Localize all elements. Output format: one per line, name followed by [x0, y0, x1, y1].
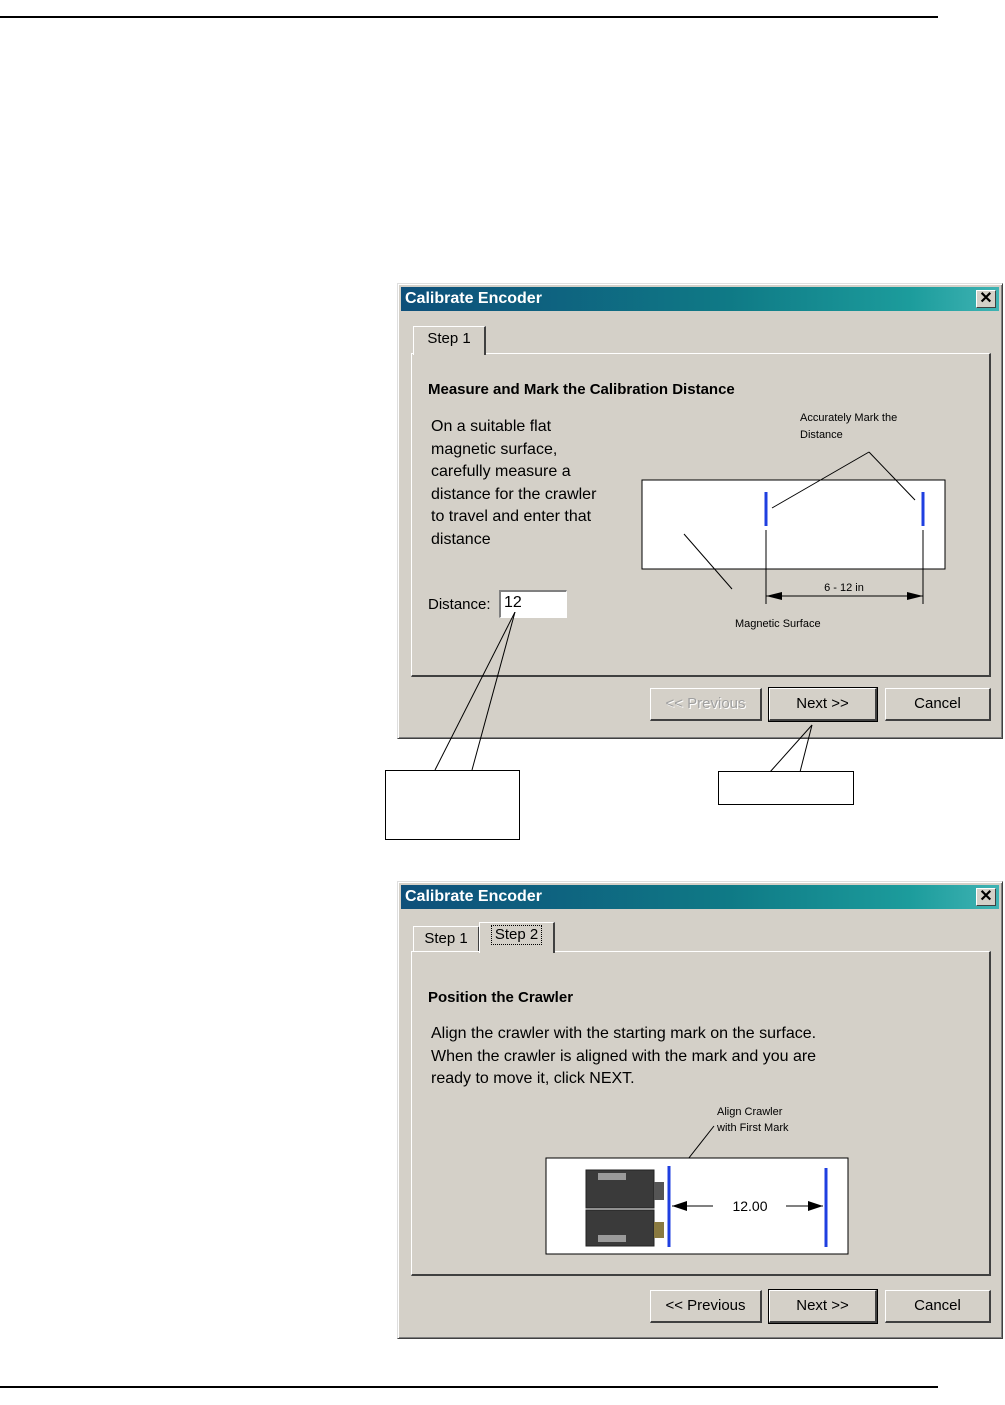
title-bar: Calibrate Encoder ✕	[401, 885, 999, 909]
section-heading: Position the Crawler	[428, 989, 574, 1006]
crawler-position-diagram: Align Crawler with First Mark 12.00	[545, 1106, 849, 1255]
distance-value-label: 12.00	[732, 1198, 767, 1214]
close-button[interactable]: ✕	[976, 888, 996, 906]
callout-pointer-line	[434, 612, 516, 771]
mark-label-line1: Accurately Mark the	[800, 412, 897, 424]
instruction-line: On a suitable flat	[431, 418, 552, 435]
instruction-line: distance for the crawler	[431, 485, 597, 503]
magnetic-surface-rect	[641, 479, 946, 570]
callout-pointer-line	[471, 612, 516, 771]
range-label: 6 - 12 in	[824, 582, 864, 594]
section-heading: Measure and Mark the Calibration Distanc…	[428, 381, 735, 398]
align-label-line2: with First Mark	[716, 1122, 789, 1134]
align-label-line1: Align Crawler	[717, 1106, 783, 1118]
calibration-distance-diagram: Accurately Mark the Distance 6 - 12 in M…	[641, 412, 946, 630]
dialog-title: Calibrate Encoder	[405, 290, 542, 307]
instruction-line: magnetic surface,	[431, 440, 558, 458]
crawler-detail	[654, 1222, 664, 1238]
instruction-line: carefully measure a	[431, 463, 571, 481]
title-bar: Calibrate Encoder ✕	[401, 287, 999, 311]
instruction-line: to travel and enter that	[431, 508, 592, 526]
previous-button[interactable]: << Previous	[650, 1290, 762, 1323]
close-icon: ✕	[979, 888, 993, 905]
tab-step1[interactable]: Step 1	[413, 926, 480, 952]
calibrate-encoder-dialog-step2: Calibrate Encoder ✕ Step 1 Step 2 Positi…	[397, 881, 1003, 1339]
arrow-right-icon	[907, 592, 923, 600]
next-button[interactable]: Next >>	[768, 1289, 878, 1324]
tab-label: Step 1	[424, 930, 468, 947]
tab-step2[interactable]: Step 2	[479, 922, 555, 953]
tab-label: Step 2	[490, 925, 543, 945]
cancel-button[interactable]: Cancel	[885, 1290, 991, 1323]
top-rule	[0, 16, 938, 18]
dialog-title: Calibrate Encoder	[405, 888, 542, 905]
crawler-detail	[598, 1173, 626, 1180]
crawler-detail	[598, 1235, 626, 1242]
close-icon: ✕	[979, 290, 993, 307]
tab-panel: Position the Crawler Align the crawler w…	[411, 951, 991, 1276]
instruction-line: When the crawler is aligned with the mar…	[431, 1047, 817, 1065]
crawler-image	[585, 1169, 664, 1247]
bottom-rule	[0, 1386, 938, 1388]
close-button[interactable]: ✕	[976, 290, 996, 308]
next-callout-box	[718, 771, 854, 805]
crawler-detail	[654, 1182, 664, 1200]
mark-label-line2: Distance	[800, 429, 843, 441]
instruction-line: distance	[431, 530, 491, 548]
distance-callout-box	[385, 770, 520, 840]
instruction-line: Align the crawler with the starting mark…	[431, 1025, 817, 1042]
tab-label: Step 1	[427, 330, 471, 347]
cancel-button[interactable]: Cancel	[885, 688, 991, 721]
distance-label: Distance:	[428, 596, 491, 613]
arrow-left-icon	[766, 592, 782, 600]
instructions-text: On a suitable flat magnetic surface, car…	[431, 416, 596, 552]
instructions-text: Align the crawler with the starting mark…	[431, 1023, 816, 1091]
tab-step1[interactable]: Step 1	[413, 326, 486, 355]
instruction-line: ready to move it, click NEXT.	[431, 1070, 635, 1088]
